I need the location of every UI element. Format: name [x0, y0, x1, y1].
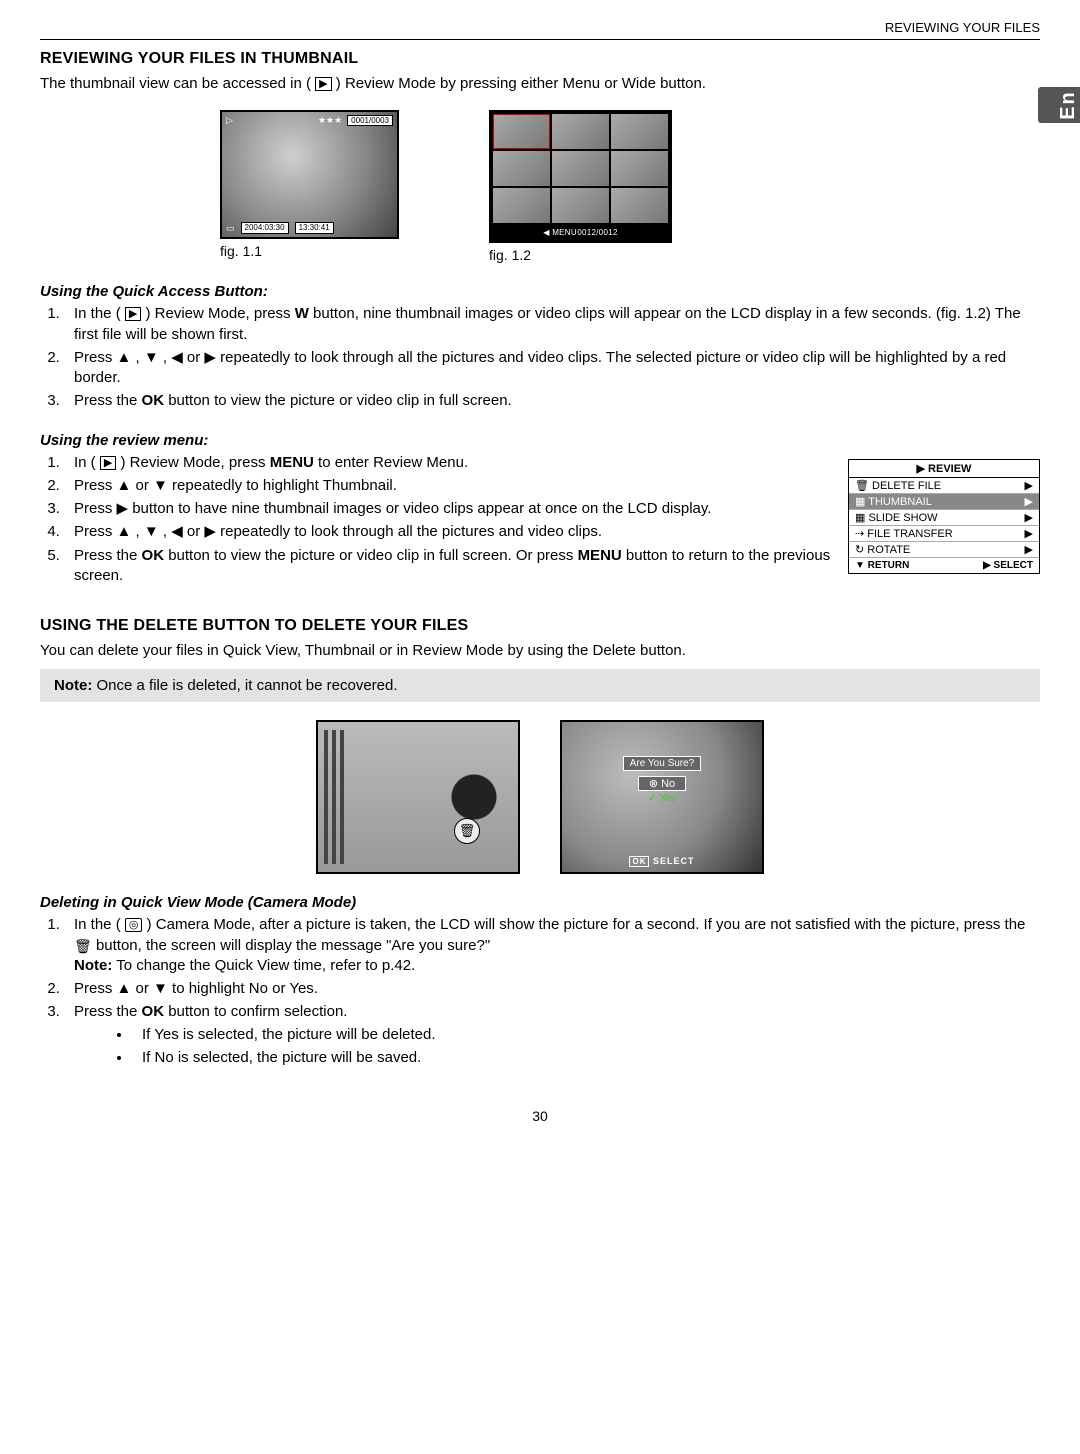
time-stamp: 13:30:41 — [295, 222, 334, 234]
review-menu-screenshot: ▶ REVIEW 🗑 DELETE FILE▶ ▦ THUMBNAIL▶ ▦ S… — [848, 459, 1040, 574]
file-counter: 0001/0003 — [347, 115, 393, 126]
delete-intro: You can delete your files in Quick View,… — [40, 641, 1040, 661]
confirm-screen: Are You Sure? ⊗ No ✓ Yes OK SELECT — [560, 720, 764, 874]
confirm-prompt: Are You Sure? — [623, 756, 702, 771]
play-icon: ▶ — [125, 307, 141, 321]
play-icon: ▶ — [100, 456, 116, 470]
language-tab: En — [1038, 87, 1080, 123]
subhead-quick-access: Using the Quick Access Button: — [40, 283, 1040, 300]
steps-quick-access: In the ( ▶ ) Review Mode, press W button… — [40, 304, 1040, 411]
step: In the ( ◎ ) Camera Mode, after a pictur… — [64, 915, 1040, 976]
section-title-delete: USING THE DELETE BUTTON TO DELETE YOUR F… — [40, 617, 1040, 635]
date-stamp: 2004:03:30 — [241, 222, 289, 234]
running-head: REVIEWING YOUR FILES — [40, 20, 1040, 40]
thumbnail-cell — [552, 151, 609, 186]
thumbnail-cell — [611, 114, 668, 149]
thumbnail-cell — [493, 114, 550, 149]
thumbnail-cell — [552, 114, 609, 149]
fig-caption-1-2: fig. 1.2 — [489, 247, 672, 263]
trash-icon: 🗑 — [74, 938, 92, 954]
menu-title: ▶ REVIEW — [849, 460, 1039, 478]
camera-back-illustration: 🗑 — [316, 720, 520, 874]
bullet: If No is selected, the picture will be s… — [132, 1048, 1040, 1068]
thumbnail-cell — [493, 151, 550, 186]
section-intro: The thumbnail view can be accessed in ( … — [40, 74, 1040, 94]
menu-item: ⇢ FILE TRANSFER▶ — [849, 526, 1039, 542]
substeps: If Yes is selected, the picture will be … — [74, 1025, 1040, 1069]
play-mode-icon: ▷ — [226, 115, 233, 126]
fig-1-1-lcd: ▷ ★★★ 0001/0003 ▭ 2004:03:30 13:30:41 — [220, 110, 399, 239]
step: Press ▲ or ▼ to highlight No or Yes. — [64, 979, 1040, 999]
figure-row-1: ▷ ★★★ 0001/0003 ▭ 2004:03:30 13:30:41 fi… — [220, 110, 1040, 263]
battery-icon: ▭ — [226, 223, 235, 234]
subhead-review-menu: Using the review menu: — [40, 432, 1040, 449]
fig-caption-1-1: fig. 1.1 — [220, 243, 399, 259]
confirm-footer: OK SELECT — [562, 856, 762, 866]
menu-item-selected: ▦ THUMBNAIL▶ — [849, 494, 1039, 510]
menu-item: ↻ ROTATE▶ — [849, 542, 1039, 558]
section-title-thumbnail: REVIEWING YOUR FILES IN THUMBNAIL — [40, 50, 1040, 68]
menu-footer: ▼ RETURN ◀ ▶ SELECT — [849, 558, 1039, 573]
steps-delete-quickview: In the ( ◎ ) Camera Mode, after a pictur… — [40, 915, 1040, 1068]
page-number: 30 — [40, 1108, 1040, 1124]
menu-item: ▦ SLIDE SHOW▶ — [849, 510, 1039, 526]
step: In the ( ▶ ) Review Mode, press W button… — [64, 304, 1040, 345]
camera-icon: ◎ — [125, 918, 143, 932]
step: Press the OK button to view the picture … — [64, 391, 1040, 411]
confirm-option-yes: ✓ Yes — [562, 793, 762, 804]
step: Press ▲ , ▼ , ◀ or ▶ repeatedly to look … — [64, 348, 1040, 389]
step: Press the OK button to confirm selection… — [64, 1002, 1040, 1068]
figure-row-2: 🗑 Are You Sure? ⊗ No ✓ Yes OK SELECT — [40, 720, 1040, 874]
thumbnail-cell — [611, 188, 668, 223]
bullet: If Yes is selected, the picture will be … — [132, 1025, 1040, 1045]
fig-1-2-thumbnails: ◀ MENU0012/0012 — [489, 110, 672, 243]
thumbnail-bottom-bar: ◀ MENU0012/0012 — [493, 225, 668, 239]
thumbnail-cell — [493, 188, 550, 223]
quality-stars: ★★★ — [318, 115, 342, 125]
note-box: Note: Once a file is deleted, it cannot … — [40, 669, 1040, 702]
menu-item: 🗑 DELETE FILE▶ — [849, 478, 1039, 494]
trash-button-icon: 🗑 — [454, 818, 480, 844]
play-icon: ▶ — [315, 77, 331, 91]
thumbnail-cell — [611, 151, 668, 186]
subhead-delete-quickview: Deleting in Quick View Mode (Camera Mode… — [40, 894, 1040, 911]
confirm-option-no: ⊗ No — [638, 776, 686, 791]
thumbnail-cell — [552, 188, 609, 223]
